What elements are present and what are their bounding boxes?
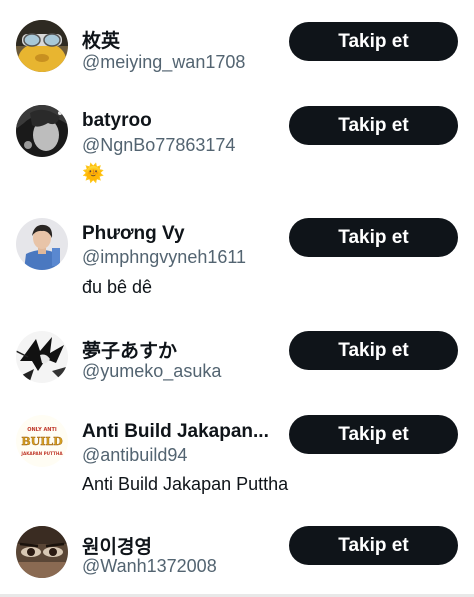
user-display-name: 夢子あすか xyxy=(82,341,178,362)
follow-button[interactable]: Takip et xyxy=(289,106,458,145)
manga-drawing-avatar[interactable] xyxy=(16,331,68,383)
user-handle: @yumeko_asuka xyxy=(82,361,222,381)
logo-avatar[interactable]: ONLY ANTI BUILD JAKAPAN PUTTHA xyxy=(16,415,68,467)
user-display-name: Anti Build Jakapan... xyxy=(82,421,269,442)
logo-text-bottom: JAKAPAN PUTTHA xyxy=(20,451,63,456)
eyes-closeup-avatar[interactable] xyxy=(16,526,68,578)
logo-text-main: BUILD xyxy=(21,435,63,448)
follow-button[interactable]: Takip et xyxy=(289,526,458,565)
cartoon-character-avatar[interactable] xyxy=(16,20,68,72)
user-handle: @imphngvyneh1611 xyxy=(82,247,247,267)
follow-button[interactable]: Takip et xyxy=(289,218,458,257)
logo-text-top: ONLY ANTI xyxy=(27,427,57,433)
user-display-name: batyroo xyxy=(82,110,152,131)
person-photo-avatar[interactable] xyxy=(16,218,68,270)
follow-suggestions-list: 枚英 @meiying_wan1708 Takip et batyroo @Ng… xyxy=(0,0,474,597)
user-handle: @meiying_wan1708 xyxy=(82,52,246,72)
user-display-name: 원이경영 xyxy=(82,537,152,558)
user-handle: @Wanh1372008 xyxy=(82,556,217,576)
follow-button[interactable]: Takip et xyxy=(289,22,458,61)
user-bio: 🌞 xyxy=(82,163,105,183)
user-handle: @antibuild94 xyxy=(82,445,188,465)
user-bio: Anti Build Jakapan Puttha xyxy=(82,474,289,494)
dark-portrait-avatar[interactable] xyxy=(16,105,68,157)
user-display-name: 枚英 xyxy=(82,31,121,52)
follow-button[interactable]: Takip et xyxy=(289,331,458,370)
follow-button[interactable]: Takip et xyxy=(289,415,458,454)
user-bio: đu bê dê xyxy=(82,277,153,297)
user-display-name: Phương Vy xyxy=(82,223,185,244)
user-handle: @NgnBo77863174 xyxy=(82,135,236,155)
